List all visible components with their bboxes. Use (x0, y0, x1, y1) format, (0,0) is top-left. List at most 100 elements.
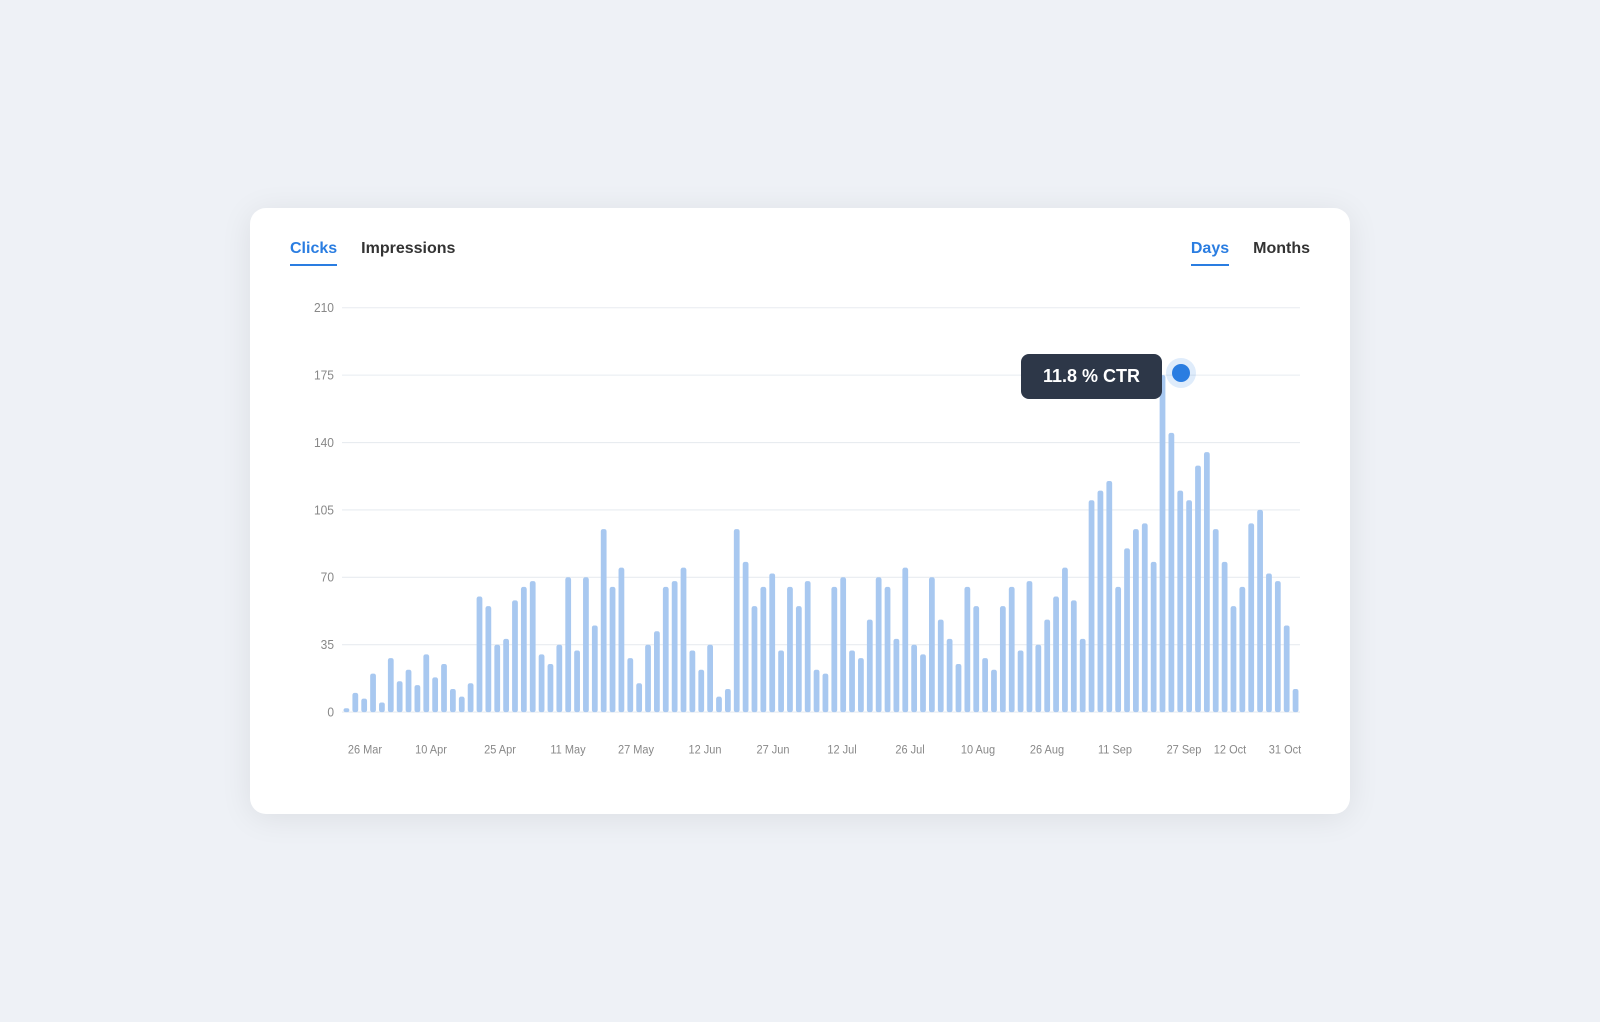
bar[interactable] (991, 670, 997, 712)
bar[interactable] (344, 708, 350, 712)
bar[interactable] (1035, 645, 1041, 712)
bar[interactable] (1080, 639, 1086, 712)
bar[interactable] (415, 685, 421, 712)
bar[interactable] (1284, 625, 1290, 712)
bar[interactable] (565, 577, 571, 712)
bar[interactable] (707, 645, 713, 712)
bar[interactable] (494, 645, 500, 712)
bar[interactable] (477, 597, 483, 713)
bar[interactable] (663, 587, 669, 712)
bar[interactable] (1009, 587, 1015, 712)
bar[interactable] (548, 664, 554, 712)
bar[interactable] (1098, 491, 1104, 712)
bar[interactable] (929, 577, 935, 712)
bar[interactable] (778, 650, 784, 712)
tab-days[interactable]: Days (1191, 240, 1229, 266)
bar[interactable] (592, 625, 598, 712)
bar[interactable] (831, 587, 837, 712)
bar[interactable] (1222, 562, 1228, 712)
bar[interactable] (636, 683, 642, 712)
bar[interactable] (556, 645, 562, 712)
bar[interactable] (441, 664, 447, 712)
bar[interactable] (1195, 466, 1201, 712)
bar[interactable] (485, 606, 491, 712)
bar[interactable] (1018, 650, 1024, 712)
bar[interactable] (610, 587, 616, 712)
bar[interactable] (894, 639, 900, 712)
bar[interactable] (1071, 600, 1077, 712)
bar[interactable] (530, 581, 536, 712)
bar[interactable] (423, 654, 429, 712)
tab-months[interactable]: Months (1253, 240, 1310, 266)
bar[interactable] (654, 631, 660, 712)
bar[interactable] (796, 606, 802, 712)
bar[interactable] (1257, 510, 1263, 712)
bar[interactable] (1106, 481, 1112, 712)
bar[interactable] (397, 681, 403, 712)
bar[interactable] (1151, 562, 1157, 712)
bar[interactable] (1160, 375, 1166, 712)
bar[interactable] (627, 658, 633, 712)
bar[interactable] (982, 658, 988, 712)
bar[interactable] (1089, 500, 1095, 712)
bar[interactable] (512, 600, 518, 712)
bar[interactable] (698, 670, 704, 712)
tab-clicks[interactable]: Clicks (290, 240, 337, 266)
bar[interactable] (716, 697, 722, 712)
bar[interactable] (920, 654, 926, 712)
bar[interactable] (1204, 452, 1210, 712)
bar[interactable] (1115, 587, 1121, 712)
bar[interactable] (1053, 597, 1059, 713)
bar[interactable] (388, 658, 394, 712)
bar[interactable] (1248, 523, 1254, 712)
bar[interactable] (1133, 529, 1139, 712)
bar[interactable] (1142, 523, 1148, 712)
bar[interactable] (1266, 573, 1272, 712)
bar[interactable] (379, 702, 385, 712)
bar[interactable] (734, 529, 740, 712)
bar[interactable] (1177, 491, 1183, 712)
bar[interactable] (601, 529, 607, 712)
bar[interactable] (450, 689, 456, 712)
bar[interactable] (681, 568, 687, 712)
bar[interactable] (814, 670, 820, 712)
bar[interactable] (885, 587, 891, 712)
bar[interactable] (1293, 689, 1299, 712)
bar[interactable] (689, 650, 695, 712)
bar[interactable] (858, 658, 864, 712)
bar[interactable] (964, 587, 970, 712)
bar[interactable] (760, 587, 766, 712)
bar[interactable] (911, 645, 917, 712)
bar[interactable] (645, 645, 651, 712)
bar[interactable] (459, 697, 465, 712)
bar[interactable] (539, 654, 545, 712)
bar[interactable] (619, 568, 625, 712)
bar[interactable] (787, 587, 793, 712)
bar[interactable] (725, 689, 731, 712)
bar[interactable] (849, 650, 855, 712)
bar[interactable] (876, 577, 882, 712)
bar[interactable] (1239, 587, 1245, 712)
bar[interactable] (1044, 620, 1050, 712)
bar[interactable] (583, 577, 589, 712)
bar[interactable] (1275, 581, 1281, 712)
bar[interactable] (521, 587, 527, 712)
bar[interactable] (672, 581, 678, 712)
bar[interactable] (973, 606, 979, 712)
bar[interactable] (1124, 548, 1130, 712)
bar[interactable] (1168, 433, 1174, 712)
bar[interactable] (1000, 606, 1006, 712)
bar[interactable] (902, 568, 908, 712)
bar[interactable] (1062, 568, 1068, 712)
bar[interactable] (956, 664, 962, 712)
bar[interactable] (840, 577, 846, 712)
bar[interactable] (1231, 606, 1237, 712)
bar[interactable] (938, 620, 944, 712)
bar[interactable] (752, 606, 758, 712)
bar[interactable] (503, 639, 509, 712)
bar[interactable] (468, 683, 474, 712)
bar[interactable] (406, 670, 412, 712)
bar[interactable] (947, 639, 953, 712)
tab-impressions[interactable]: Impressions (361, 240, 455, 266)
bar[interactable] (574, 650, 580, 712)
